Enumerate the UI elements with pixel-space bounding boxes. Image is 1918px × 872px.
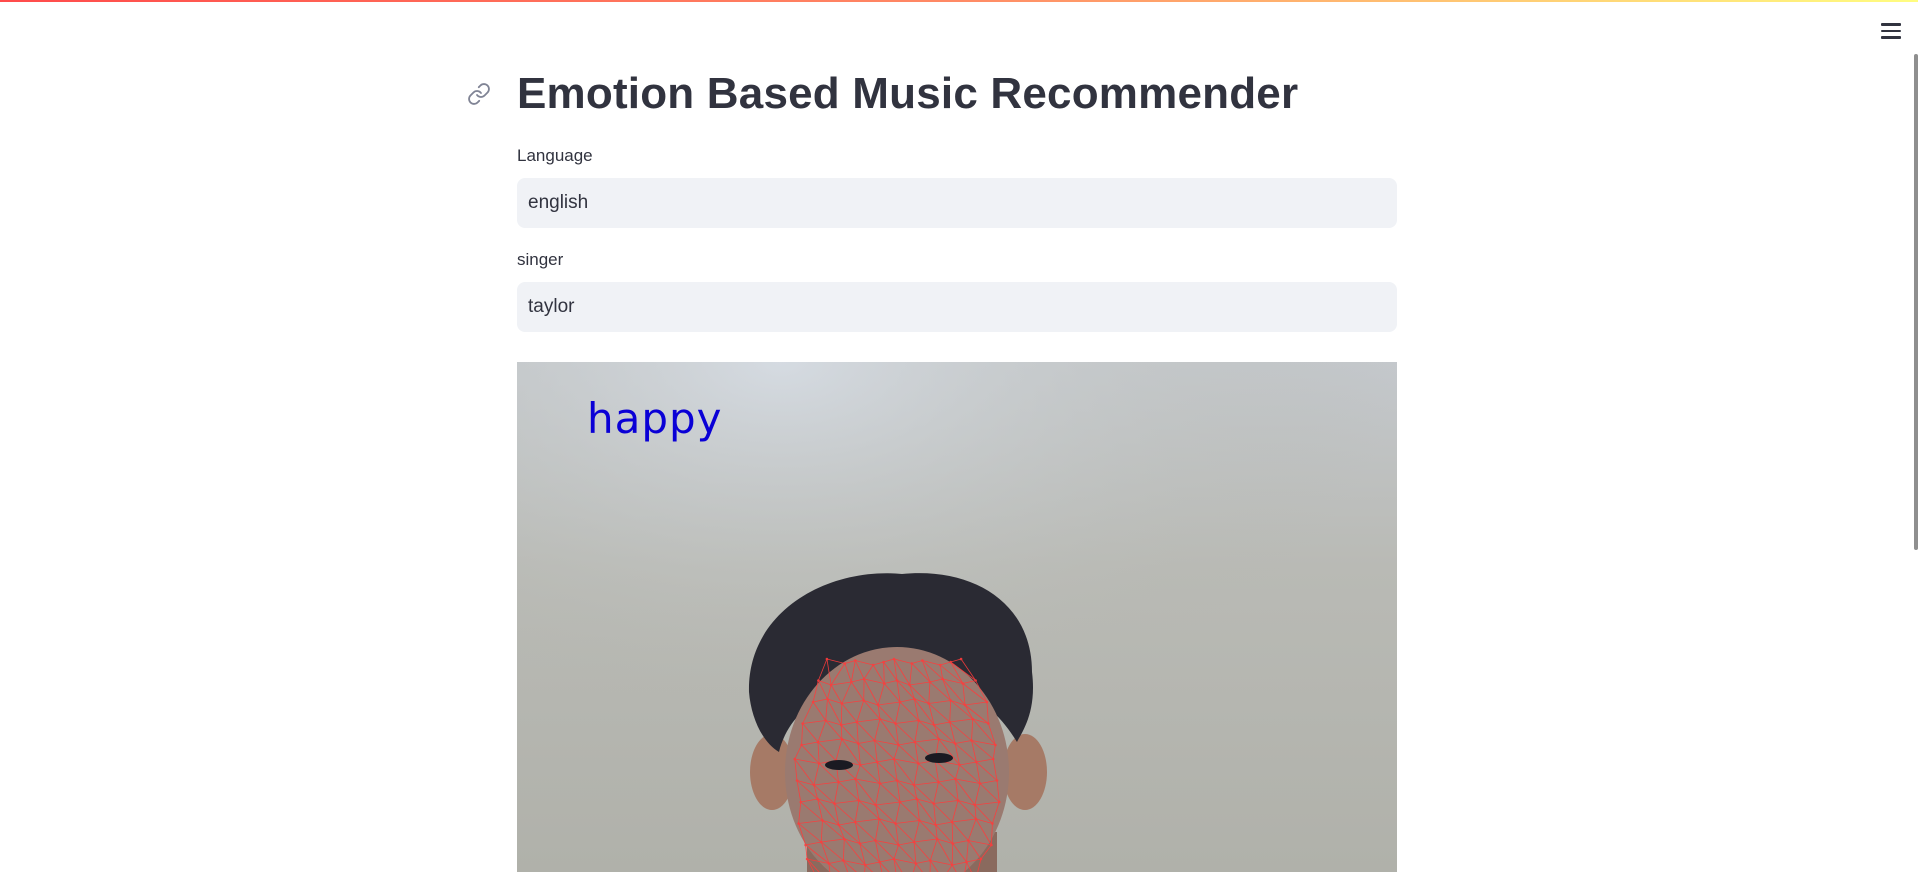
language-input[interactable] — [517, 178, 1397, 228]
singer-label: singer — [517, 250, 1397, 270]
singer-field: singer — [517, 250, 1397, 332]
right-ear — [1003, 734, 1047, 810]
emotion-label: happy — [587, 394, 723, 443]
language-field: Language — [517, 146, 1397, 228]
webcam-video-frame: happy — [517, 362, 1397, 872]
page-title: Emotion Based Music Recommender — [517, 60, 1397, 128]
main-menu-button[interactable] — [1876, 16, 1906, 46]
title-row: Emotion Based Music Recommender — [517, 60, 1397, 128]
hamburger-menu-icon — [1881, 23, 1901, 26]
singer-input[interactable] — [517, 282, 1397, 332]
top-decoration-bar — [0, 0, 1918, 2]
main-content: Emotion Based Music Recommender Language… — [517, 60, 1397, 872]
language-label: Language — [517, 146, 1397, 166]
right-eye — [925, 753, 953, 763]
page-scrollbar[interactable] — [1914, 54, 1918, 550]
left-eye — [825, 760, 853, 770]
link-icon[interactable] — [467, 82, 491, 106]
